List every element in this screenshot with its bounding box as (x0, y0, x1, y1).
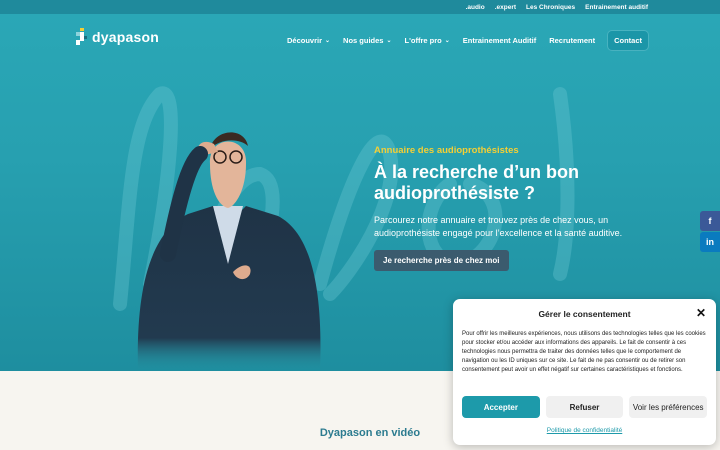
nav-label: L'offre pro (404, 36, 442, 45)
hero-copy: Annuaire des audioprothésistes À la rech… (374, 145, 644, 271)
refuse-button[interactable]: Refuser (545, 396, 624, 418)
privacy-policy-link[interactable]: Politique de confidentialité (453, 427, 716, 434)
social-share-bar: f in (700, 211, 720, 253)
hero-description: Parcourez notre annuaire et trouvez près… (374, 215, 623, 238)
nav-label: Nos guides (343, 36, 384, 45)
top-link-chroniques[interactable]: Les Chroniques (526, 4, 575, 11)
nav-label: Entrainement Auditif (462, 36, 537, 45)
linkedin-icon[interactable]: in (700, 232, 720, 252)
nav-offre-pro[interactable]: L'offre pro ⌄ (405, 36, 450, 45)
nav-recrutement[interactable]: Recrutement (549, 36, 595, 45)
hero-kicker: Annuaire des audioprothésistes (374, 145, 519, 156)
consent-text: Pour offrir les meilleures expériences, … (462, 331, 706, 373)
main-navigation: Découvrir ⌄ Nos guides ⌄ L'offre pro ⌄ E… (287, 31, 648, 50)
top-links: .audio .expert Les Chroniques Entraineme… (466, 0, 648, 14)
chevron-down-icon: ⌄ (386, 38, 392, 44)
close-icon[interactable]: ✕ (695, 307, 707, 319)
top-link-expert[interactable]: .expert (495, 4, 516, 11)
nav-label: Recrutement (549, 36, 596, 45)
top-link-entrainement[interactable]: Entrainement auditif (585, 4, 648, 11)
chevron-down-icon: ⌄ (325, 38, 331, 44)
site-logo[interactable]: dyapason (76, 28, 159, 45)
logo-text: dyapason (92, 28, 159, 45)
nav-nos-guides[interactable]: Nos guides ⌄ (343, 36, 391, 45)
top-utility-bar: .audio .expert Les Chroniques Entraineme… (0, 0, 720, 14)
cookie-consent-dialog: Gérer le consentement ✕ Pour offrir les … (453, 299, 716, 445)
consent-title: Gérer le consentement (538, 309, 631, 319)
preferences-button[interactable]: Voir les préférences (629, 396, 708, 418)
top-link-audio[interactable]: .audio (466, 4, 485, 11)
search-nearby-button[interactable]: Je recherche près de chez moi (374, 250, 509, 271)
consent-actions: Accepter Refuser Voir les préférences (462, 396, 708, 418)
hero-title: À la recherche d’un bon audioprothésiste… (374, 162, 580, 203)
nav-label: Découvrir (286, 36, 322, 45)
hero-person-image (137, 132, 321, 371)
contact-button[interactable]: Contact (608, 31, 648, 50)
nav-entrainement-auditif[interactable]: Entrainement Auditif (463, 36, 536, 45)
accept-button[interactable]: Accepter (462, 396, 540, 418)
chevron-down-icon: ⌄ (444, 38, 450, 44)
dyapason-logo-icon (76, 28, 87, 45)
nav-decouvrir[interactable]: Découvrir ⌄ (287, 36, 330, 45)
facebook-icon[interactable]: f (700, 211, 720, 231)
